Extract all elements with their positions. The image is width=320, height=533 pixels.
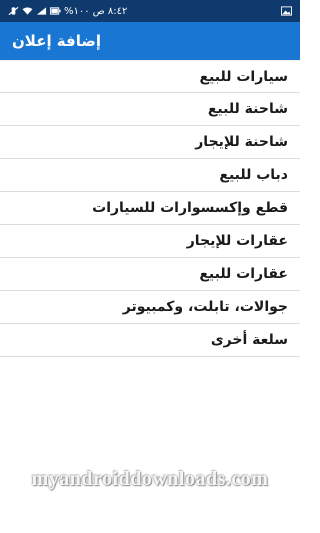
wifi-icon: [22, 7, 33, 15]
status-bar: ٨:٤٢ ص ١٠٠%: [0, 0, 300, 22]
page-title: إضافة إعلان: [12, 32, 101, 50]
category-item-cars-for-sale[interactable]: سيارات للبيع: [0, 60, 300, 93]
category-item-motorbikes-for-sale[interactable]: دباب للبيع: [0, 159, 300, 192]
app-bar: إضافة إعلان: [0, 22, 300, 60]
category-item-trucks-for-rent[interactable]: شاحنة للإيجار: [0, 126, 300, 159]
category-item-trucks-for-sale[interactable]: شاحنة للبيع: [0, 93, 300, 126]
category-list: سيارات للبيع شاحنة للبيع شاحنة للإيجار د…: [0, 60, 300, 357]
category-item-other[interactable]: سلعة أخرى: [0, 324, 300, 357]
battery-percent: ١٠٠%: [64, 5, 90, 17]
image-icon: [281, 6, 292, 16]
category-item-phones-tablets-computers[interactable]: جوالات، تابلت، وكمبيوتر: [0, 291, 300, 324]
signal-icon: [36, 7, 47, 15]
category-item-real-estate-for-sale[interactable]: عقارات للبيع: [0, 258, 300, 291]
battery-icon: [50, 7, 61, 15]
status-left: ٨:٤٢ ص ١٠٠%: [8, 6, 127, 17]
category-item-car-parts[interactable]: قطع وإكسسوارات للسيارات: [0, 192, 300, 225]
mute-icon: [8, 6, 19, 16]
category-item-real-estate-for-rent[interactable]: عقارات للإيجار: [0, 225, 300, 258]
clock: ٨:٤٢ ص: [92, 5, 128, 17]
status-right: [281, 6, 292, 16]
watermark: myandroiddownloads.com: [31, 468, 269, 490]
